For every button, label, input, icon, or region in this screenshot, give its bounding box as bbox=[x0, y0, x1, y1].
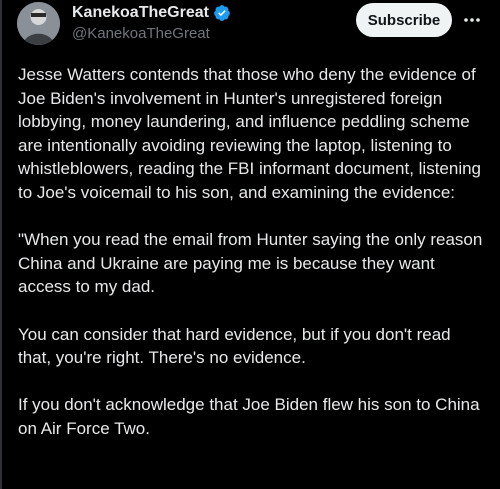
tweet-paragraph: If you don't acknowledge that Joe Biden … bbox=[18, 395, 480, 438]
tweet-paragraph: "When you read the email from Hunter say… bbox=[18, 230, 483, 297]
tweet-paragraph: Jesse Watters contends that those who de… bbox=[18, 65, 482, 202]
more-horizontal-icon bbox=[464, 18, 480, 22]
profile-avatar-icon bbox=[17, 2, 60, 45]
more-options-button[interactable] bbox=[458, 6, 486, 34]
tweet: KanekoaTheGreat @KanekoaTheGreat Subscri… bbox=[0, 0, 500, 489]
tweet-paragraph: You can consider that hard evidence, but… bbox=[18, 324, 451, 368]
avatar[interactable] bbox=[17, 2, 60, 45]
tweet-body: Jesse Watters contends that those who de… bbox=[18, 63, 488, 464]
author-name-row: KanekoaTheGreat bbox=[72, 3, 231, 23]
left-border bbox=[0, 0, 2, 489]
author-display-name[interactable]: KanekoaTheGreat bbox=[72, 3, 209, 23]
verified-badge-icon bbox=[213, 4, 231, 22]
subscribe-button[interactable]: Subscribe bbox=[356, 3, 452, 37]
author-handle[interactable]: @KanekoaTheGreat bbox=[72, 25, 210, 43]
